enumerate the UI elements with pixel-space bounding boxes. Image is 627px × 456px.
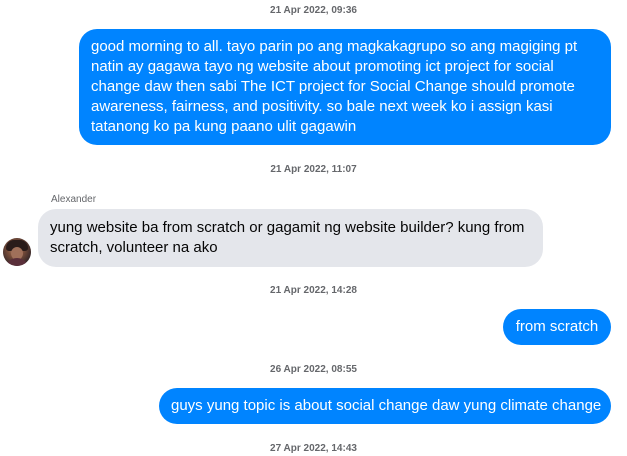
timestamp: 27 Apr 2022, 14:43 bbox=[270, 443, 357, 454]
timestamp: 21 Apr 2022, 14:28 bbox=[270, 285, 357, 296]
timestamp: 21 Apr 2022, 09:36 bbox=[270, 5, 357, 16]
message-outgoing[interactable]: good morning to all. tayo parin po ang m… bbox=[79, 29, 611, 145]
timestamp: 21 Apr 2022, 11:07 bbox=[270, 164, 357, 175]
message-incoming[interactable]: yung website ba from scratch or gagamit … bbox=[38, 209, 543, 267]
message-text: guys yung topic is about social change d… bbox=[171, 397, 602, 414]
message-text: yung website ba from scratch or gagamit … bbox=[50, 219, 525, 256]
message-outgoing[interactable]: from scratch bbox=[503, 309, 611, 345]
timestamp: 26 Apr 2022, 08:55 bbox=[270, 364, 357, 375]
message-text: from scratch bbox=[515, 318, 599, 335]
sender-name: Alexander bbox=[51, 194, 97, 205]
avatar[interactable] bbox=[3, 238, 31, 266]
message-text: good morning to all. tayo parin po ang m… bbox=[91, 38, 578, 135]
message-thread: 21 Apr 2022, 09:36 good morning to all. … bbox=[0, 0, 627, 456]
message-outgoing[interactable]: guys yung topic is about social change d… bbox=[159, 388, 611, 424]
